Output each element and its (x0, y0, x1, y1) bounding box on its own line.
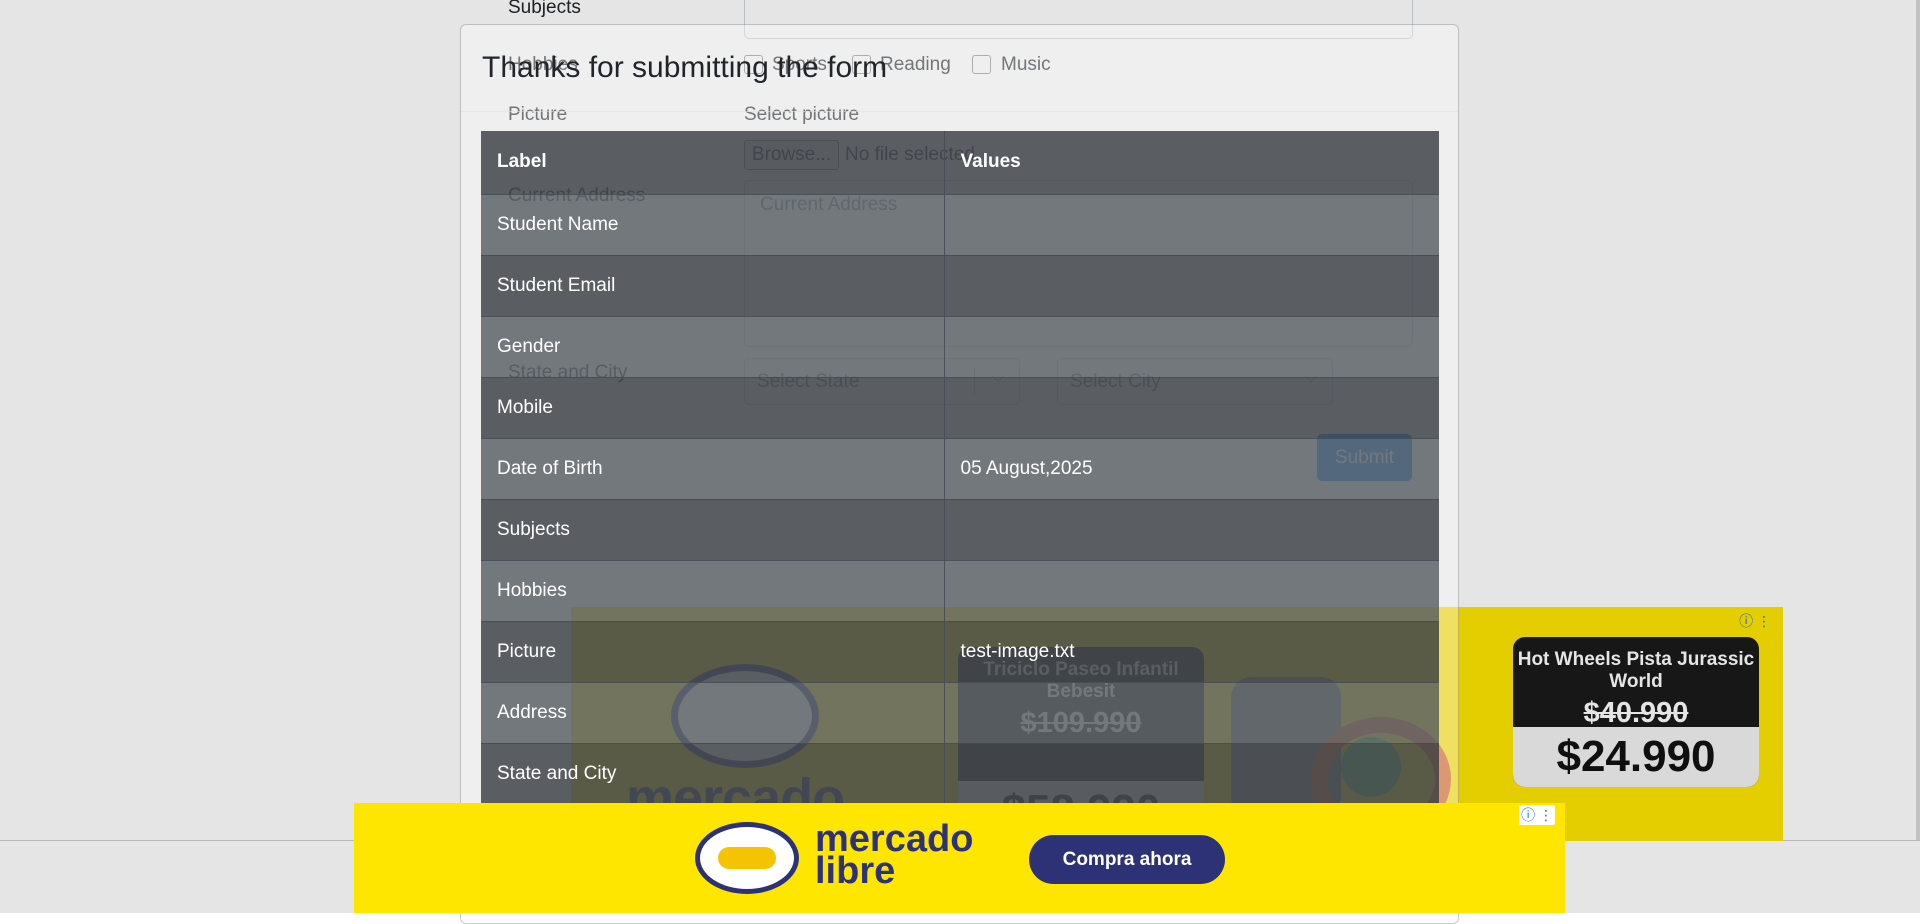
row-label: Student Name (481, 194, 945, 255)
row-label: Picture (481, 621, 945, 682)
row-label: Mobile (481, 377, 945, 438)
column-header-label: Label (481, 131, 945, 194)
table-row: Picture test-image.txt (481, 621, 1439, 682)
row-value (944, 377, 1439, 438)
results-table: Label Values Student Name Student Email … (481, 131, 1439, 803)
ad-brand-name: mercado libre (815, 818, 974, 892)
table-row: Mobile (481, 377, 1439, 438)
row-value (944, 743, 1439, 803)
row-label: Gender (481, 316, 945, 377)
row-value (944, 194, 1439, 255)
table-row: Student Name (481, 194, 1439, 255)
bottom-banner-ad[interactable]: mercado libre Compra ahora ⓘ ⋮ (354, 803, 1565, 913)
table-row: Gender (481, 316, 1439, 377)
row-value (944, 560, 1439, 621)
row-label: Address (481, 682, 945, 743)
table-row: Subjects (481, 499, 1439, 560)
table-row: Date of Birth 05 August,2025 (481, 438, 1439, 499)
row-label: Date of Birth (481, 438, 945, 499)
table-row: Hobbies (481, 560, 1439, 621)
row-value: test-image.txt (960, 640, 1075, 662)
row-value (944, 499, 1439, 560)
compra-ahora-button[interactable]: Compra ahora (1029, 835, 1225, 884)
column-header-values: Values (960, 151, 1021, 173)
row-label: Hobbies (481, 560, 945, 621)
row-value (944, 682, 1439, 743)
row-label: Subjects (481, 499, 945, 560)
row-label: Student Email (481, 255, 945, 316)
ad-info-icon[interactable]: ⓘ ⋮ (1519, 805, 1555, 825)
modal-header: Thanks for submitting the form (461, 25, 1458, 112)
row-label: State and City (481, 743, 945, 803)
handshake-logo-icon (695, 822, 799, 894)
modal-title: Thanks for submitting the form (482, 51, 888, 84)
table-row: Student Email (481, 255, 1439, 316)
table-row: State and City (481, 743, 1439, 803)
row-value: 05 August,2025 (960, 457, 1093, 479)
row-value (944, 255, 1439, 316)
row-value (944, 316, 1439, 377)
table-header-row: Label Values (481, 131, 1439, 194)
results-table-container: Label Values Student Name Student Email … (481, 131, 1439, 803)
table-row: Address (481, 682, 1439, 743)
